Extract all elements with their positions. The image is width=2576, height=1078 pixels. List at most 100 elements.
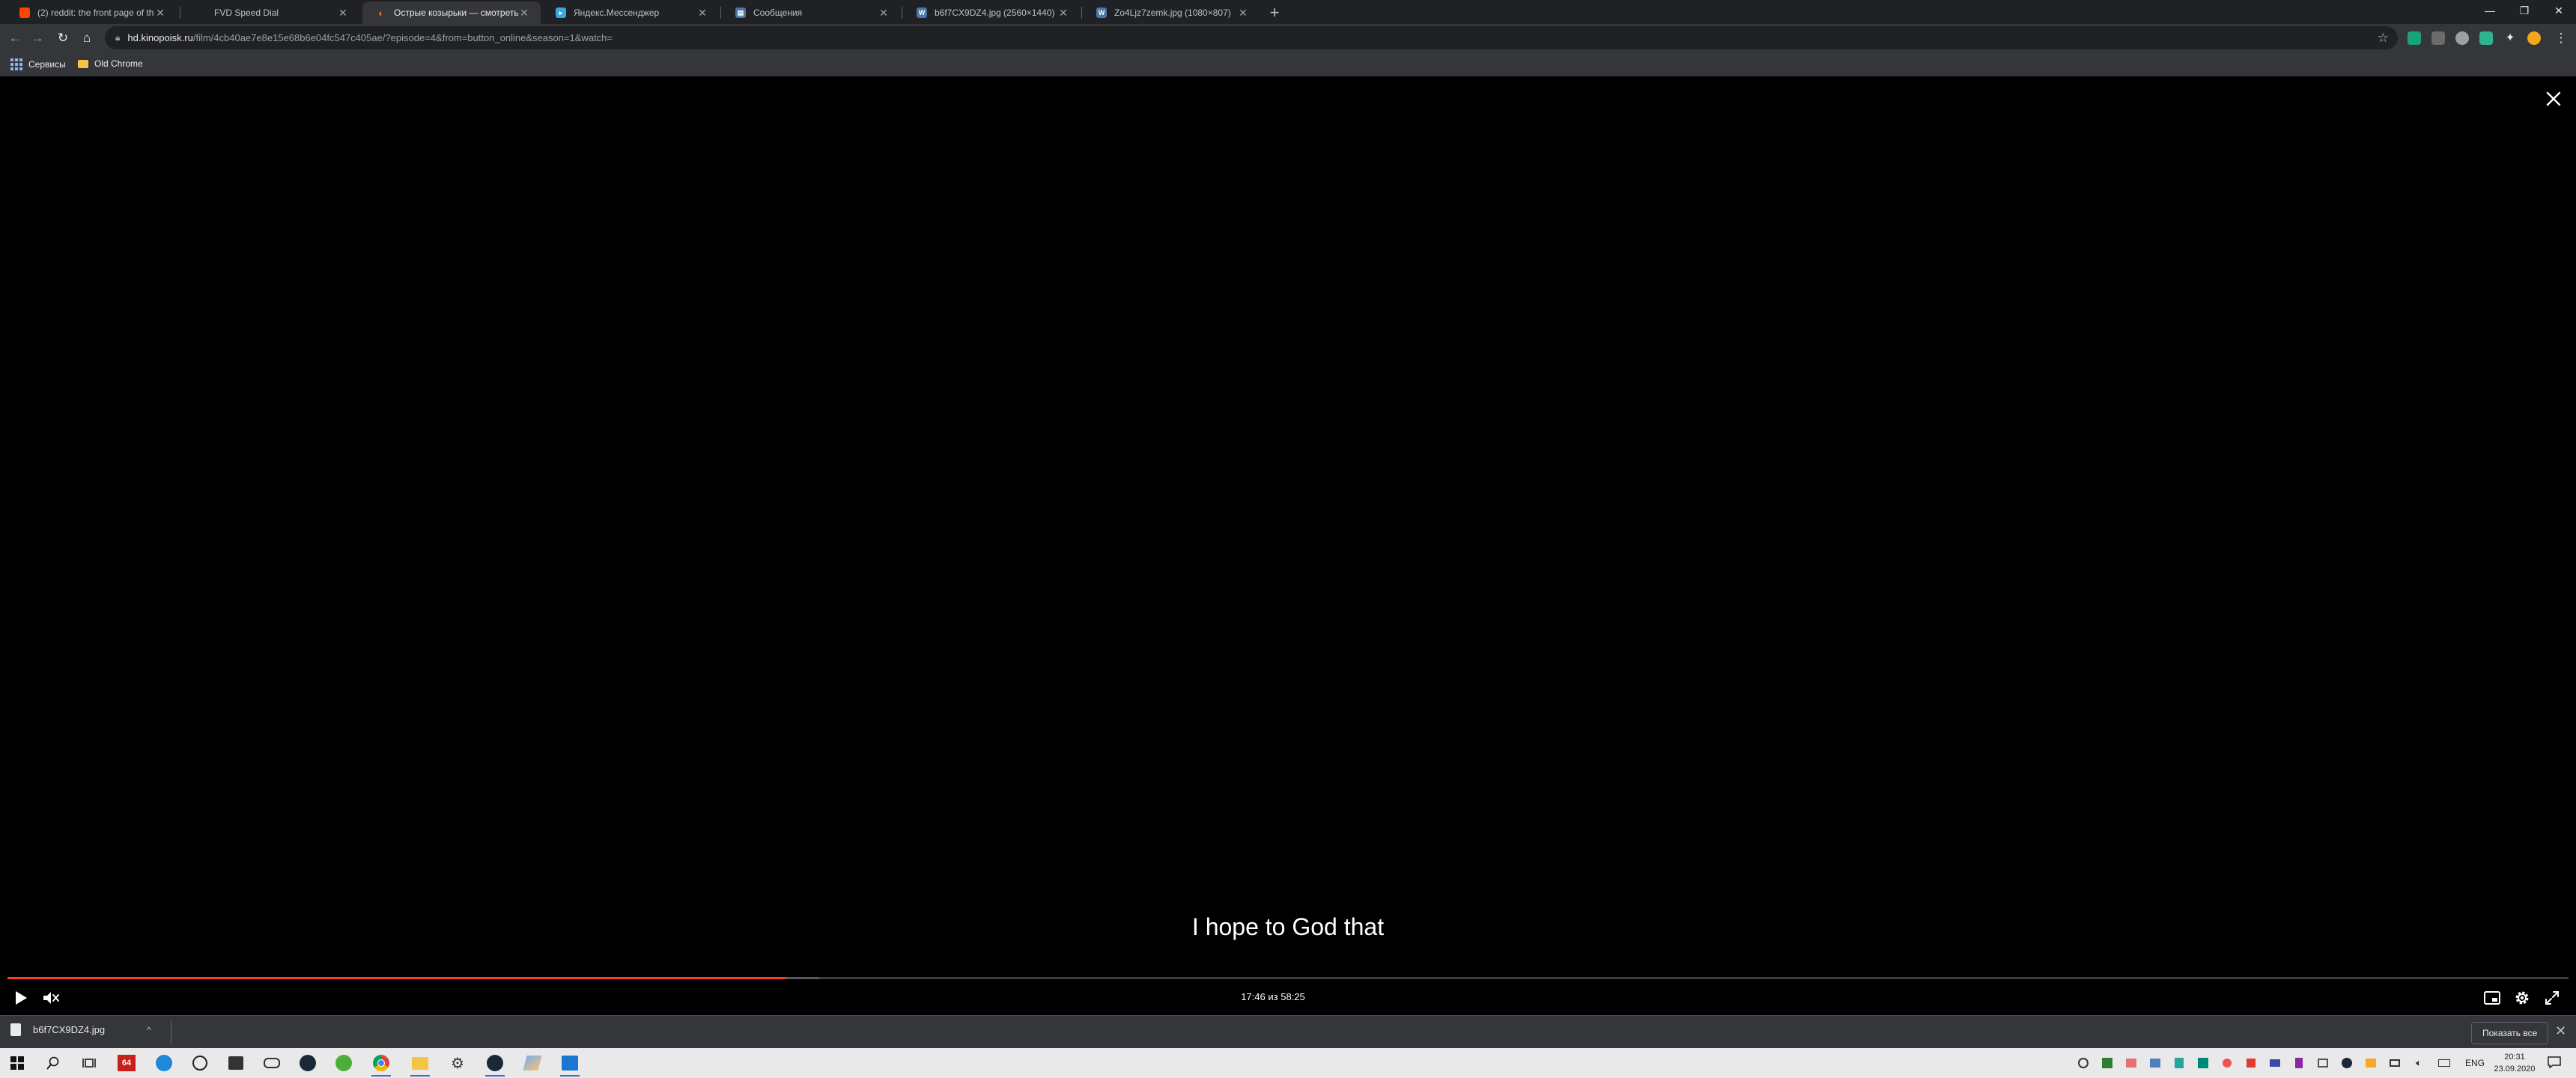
tab-close-icon[interactable]: ✕ (154, 7, 166, 19)
taskbar-chrome[interactable] (370, 1053, 392, 1077)
address-bar[interactable]: 🔒︎ hd.kinopoisk.ru /film/4cb40ae7e8e15e6… (105, 26, 2398, 49)
blank-favicon-icon (196, 7, 207, 18)
profile-avatar[interactable] (2527, 31, 2541, 45)
tray-icon[interactable] (2245, 1057, 2257, 1069)
download-shelf: b6f7CX9DZ4.jpg ^ Показать все ✕ (0, 1015, 2576, 1048)
time-total: 58:25 (1281, 991, 1305, 1002)
video-player[interactable]: I hope to God that 17:46 из 58:25 (0, 76, 2576, 1015)
show-all-button[interactable]: Показать все (2471, 1022, 2549, 1044)
task-view-icon (82, 1059, 96, 1068)
menu-button[interactable]: ⋮ (2552, 29, 2570, 47)
messages-favicon-icon: ▤ (735, 7, 746, 18)
network-icon[interactable] (2389, 1057, 2401, 1069)
extension-grey-icon[interactable] (2431, 31, 2445, 45)
tab-image-zo4l[interactable]: W Zo4Ljz7zemk.jpg (1080×807) ✕ (1083, 1, 1260, 24)
tab-close-icon[interactable]: ✕ (518, 7, 530, 19)
extensions-puzzle-icon[interactable]: ✦ (2503, 31, 2517, 45)
tray-icon[interactable] (2293, 1057, 2305, 1069)
fullscreen-icon (2545, 991, 2559, 1005)
tab-close-icon[interactable]: ✕ (1237, 7, 1249, 19)
tab-image-b6f7[interactable]: W b6f7CX9DZ4.jpg (2560×1440) ✕ (903, 1, 1080, 24)
window-close-button[interactable]: ✕ (2542, 0, 2576, 22)
tab-close-icon[interactable]: ✕ (696, 7, 708, 19)
gamepad-icon (264, 1058, 280, 1068)
tray-icon[interactable] (2173, 1057, 2185, 1069)
tab-fvd-speed-dial[interactable]: FVD Speed Dial ✕ (183, 1, 359, 24)
played-bar (7, 977, 786, 979)
chevron-up-icon[interactable]: ^ (147, 1025, 151, 1035)
tab-title: Острые козырьки — смотреть о (394, 7, 518, 18)
tab-close-icon[interactable]: ✕ (878, 7, 890, 19)
volume-icon[interactable]: 🔈︎ (2413, 1057, 2425, 1069)
home-button[interactable]: ⌂ (78, 29, 96, 47)
vk-favicon-icon: W (917, 7, 927, 18)
tray-icon[interactable] (2149, 1057, 2161, 1069)
extension-shield-icon[interactable] (2455, 31, 2469, 45)
tab-vk-messages[interactable]: ▤ Сообщения ✕ (722, 1, 900, 24)
tab-close-icon[interactable]: ✕ (1057, 7, 1069, 19)
taskbar-app-blue[interactable] (559, 1053, 581, 1077)
fullscreen-button[interactable] (2540, 987, 2564, 1009)
extension-teal-icon[interactable] (2479, 31, 2493, 45)
tray-icon[interactable] (2269, 1057, 2281, 1069)
tab-kinopoisk[interactable]: ◐ Острые козырьки — смотреть о ✕ (362, 1, 541, 24)
taskbar-utorrent[interactable] (332, 1053, 355, 1074)
bookmark-services[interactable]: Сервисы (10, 58, 66, 70)
taskbar-steam-2[interactable] (484, 1053, 506, 1077)
taskbar-steam[interactable] (297, 1053, 319, 1074)
taskbar-tool[interactable] (521, 1053, 544, 1074)
apps-grid-icon (10, 58, 22, 70)
subtitle-text: I hope to God that (1191, 913, 1385, 940)
tab-title: FVD Speed Dial (214, 7, 279, 18)
picture-in-picture-button[interactable] (2480, 987, 2504, 1009)
system-clock[interactable]: 20:31 23.09.2020 (2485, 1051, 2545, 1075)
tab-yandex-messenger[interactable]: ▸ Яндекс.Мессенджер ✕ (542, 1, 719, 24)
tray-icon[interactable] (2365, 1057, 2377, 1069)
language-indicator[interactable]: ENG (2465, 1058, 2485, 1068)
notification-center-icon[interactable] (2548, 1056, 2561, 1069)
extension-green-icon[interactable] (2408, 31, 2421, 45)
search-button[interactable] (42, 1053, 64, 1074)
close-shelf-icon[interactable]: ✕ (2555, 1023, 2566, 1039)
start-button[interactable] (6, 1053, 28, 1074)
taskbar-game-app[interactable] (261, 1053, 283, 1074)
reload-button[interactable]: ↻ (54, 29, 72, 47)
taskbar-store[interactable] (225, 1053, 247, 1074)
tray-icon[interactable] (2197, 1057, 2209, 1069)
utorrent-icon (335, 1055, 352, 1071)
windows-logo-icon (10, 1056, 24, 1070)
folder-icon (78, 59, 88, 68)
bookmark-star-icon[interactable]: ☆ (2378, 31, 2389, 46)
forward-button[interactable]: → (28, 29, 46, 47)
task-view-button[interactable] (78, 1053, 100, 1074)
taskbar-aida64[interactable]: 64 (115, 1053, 138, 1074)
tray-icon[interactable] (2221, 1057, 2233, 1069)
back-button[interactable]: ← (6, 29, 24, 47)
progress-bar[interactable] (7, 977, 2569, 979)
tray-icon[interactable] (2101, 1057, 2113, 1069)
browser-toolbar: ← → ↻ ⌂ 🔒︎ hd.kinopoisk.ru /film/4cb40ae… (0, 24, 2576, 52)
taskbar-explorer[interactable] (409, 1053, 431, 1077)
tray-icon[interactable] (2317, 1057, 2329, 1069)
taskbar-settings[interactable]: ⚙ (446, 1053, 469, 1074)
gear-icon (2515, 991, 2529, 1005)
tray-steam-icon[interactable] (2341, 1057, 2353, 1069)
tray-icon[interactable] (2077, 1057, 2089, 1069)
tool-icon (523, 1056, 542, 1071)
bookmark-old-chrome[interactable]: Old Chrome (78, 58, 143, 69)
lock-icon[interactable]: 🔒︎ (115, 32, 120, 43)
keyboard-icon[interactable] (2438, 1057, 2450, 1069)
tab-reddit[interactable]: (2) reddit: the front page of the i ✕ (6, 1, 177, 24)
close-player-icon[interactable] (2542, 87, 2566, 111)
new-tab-button[interactable]: + (1266, 4, 1284, 22)
tab-close-icon[interactable]: ✕ (337, 7, 349, 19)
settings-button[interactable] (2510, 987, 2534, 1009)
taskbar-edge[interactable] (153, 1053, 175, 1074)
download-item[interactable]: b6f7CX9DZ4.jpg (10, 1023, 105, 1036)
kinopoisk-favicon-icon: ◐ (378, 7, 384, 19)
tray-icon[interactable] (2125, 1057, 2137, 1069)
tab-title: (2) reddit: the front page of the i (37, 7, 154, 18)
minimize-button[interactable]: — (2473, 0, 2507, 22)
restore-button[interactable]: ❐ (2507, 0, 2542, 22)
taskbar-xbox[interactable] (189, 1053, 211, 1074)
